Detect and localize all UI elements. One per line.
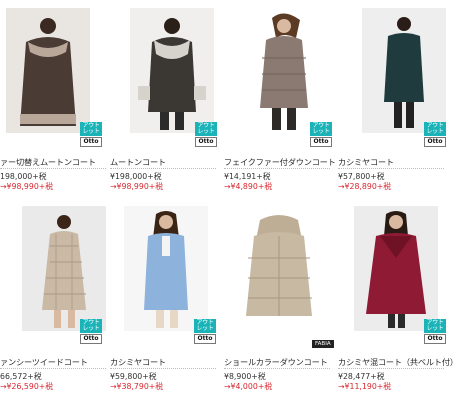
product-photo[interactable] (124, 206, 208, 331)
outlet-badge: アウトレット Otto (424, 319, 446, 344)
product-name[interactable]: ァンシーツイードコート (0, 356, 88, 368)
product-name[interactable]: ムートンコート (110, 156, 166, 168)
product-grid: アウトレット Otto ァー切替えムートンコート 198,000+税 →¥98,9… (0, 0, 460, 400)
product-photo[interactable] (224, 206, 334, 331)
brand-tag: FABIA (312, 340, 334, 348)
product-name[interactable]: カシミヤコート (110, 356, 166, 368)
brand-label: Otto (80, 334, 102, 344)
sale-price: →¥98,990+税 (0, 182, 54, 191)
product-photo[interactable] (22, 206, 106, 331)
outlet-label: アウトレット (310, 122, 332, 136)
sale-price: →¥26,590+税 (0, 382, 54, 391)
outlet-label: アウトレット (424, 122, 446, 136)
product-photo[interactable] (6, 8, 90, 133)
outlet-badge: アウトレット Otto (194, 319, 216, 344)
divider (224, 368, 330, 369)
outlet-label: アウトレット (195, 122, 217, 136)
outlet-badge: アウトレット Otto (80, 319, 102, 344)
outlet-label: アウトレット (194, 319, 216, 333)
divider (0, 368, 106, 369)
brand-label: Otto (80, 137, 102, 147)
product-name[interactable]: ァー切替えムートンコート (0, 156, 96, 168)
divider (338, 368, 444, 369)
outlet-badge: アウトレット Otto (195, 122, 217, 147)
divider (224, 168, 330, 169)
sale-price: →¥11,190+税 (338, 382, 392, 391)
product-name[interactable]: ショールカラーダウンコート (224, 356, 328, 368)
product-name[interactable]: カシミヤ混コート（共ベルト付） (338, 356, 458, 368)
sale-price: →¥38,790+税 (110, 382, 164, 391)
sale-price: →¥4,000+税 (224, 382, 273, 391)
outlet-label: アウトレット (424, 319, 446, 333)
product-photo[interactable] (362, 8, 446, 133)
divider (338, 168, 444, 169)
product-photo[interactable] (130, 8, 214, 133)
outlet-badge: アウトレット Otto (424, 122, 446, 147)
sale-price: →¥98,990+税 (110, 182, 164, 191)
sale-price: →¥4,890+税 (224, 182, 273, 191)
divider (0, 168, 106, 169)
brand-label: Otto (424, 137, 446, 147)
brand-label: Otto (195, 137, 217, 147)
outlet-badge: アウトレット Otto (310, 122, 332, 147)
divider (110, 168, 216, 169)
outlet-label: アウトレット (80, 319, 102, 333)
brand-label: Otto (424, 334, 446, 344)
product-photo[interactable] (354, 206, 438, 331)
sale-price: →¥28,890+税 (338, 182, 392, 191)
product-name[interactable]: フェイクファー付ダウンコート (224, 156, 336, 168)
brand-label: Otto (310, 137, 332, 147)
product-name[interactable]: カシミヤコート (338, 156, 394, 168)
outlet-badge: アウトレット Otto (80, 122, 102, 147)
product-photo[interactable] (242, 8, 326, 133)
brand-label: Otto (194, 334, 216, 344)
outlet-label: アウトレット (80, 122, 102, 136)
divider (110, 368, 216, 369)
